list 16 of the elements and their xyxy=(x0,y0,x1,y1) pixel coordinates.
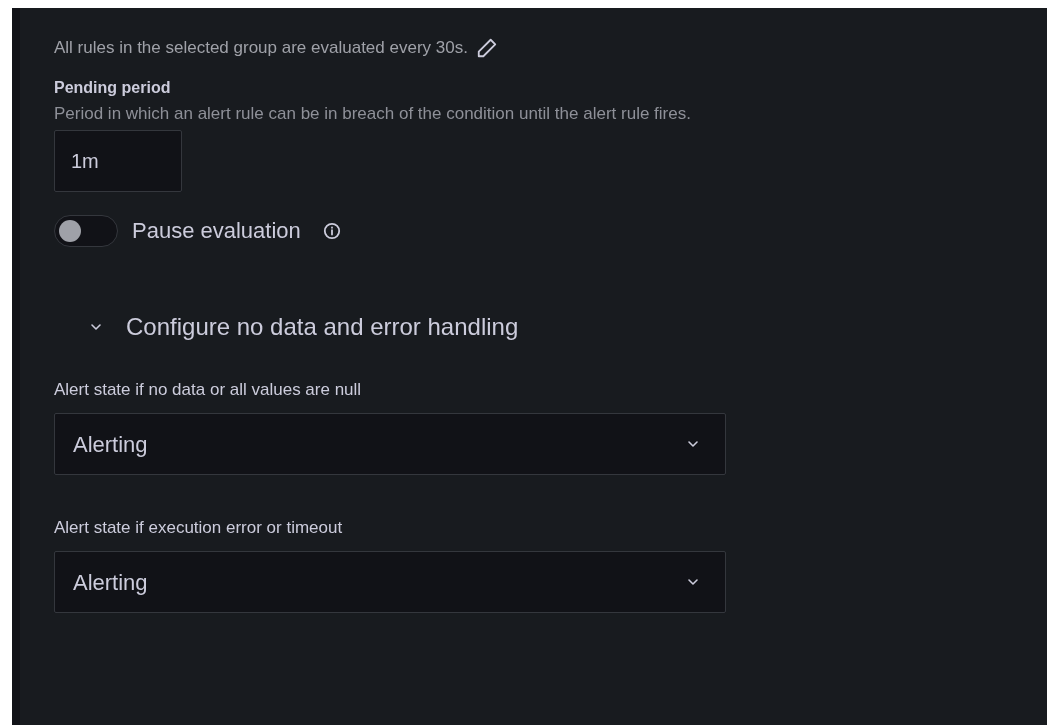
chevron-icon xyxy=(90,323,102,331)
pending-period-field[interactable]: 1m xyxy=(54,130,182,192)
collapse-section-toggle[interactable]: Configure no data and error handling xyxy=(90,309,519,345)
field-label: Alert state if no data or all values are null xyxy=(54,379,363,401)
alert-state-select[interactable]: Alerting xyxy=(54,413,726,475)
field-description: Period in which an alert rule can be in breach of the condition until the alert rule fires. xyxy=(54,103,692,125)
field-label: Alert state if execution error or timeout xyxy=(54,517,344,539)
info-icon[interactable] xyxy=(322,221,341,240)
evaluation-note: All rules in the selected group are evaluated every 30s. xyxy=(54,37,468,60)
alert-state-select[interactable]: Alerting xyxy=(54,551,726,613)
chevron-icon xyxy=(687,440,699,448)
toggle-switch[interactable] xyxy=(54,214,118,247)
toggle-label: Pause evaluation xyxy=(132,217,301,245)
chevron-icon xyxy=(687,578,699,586)
pencil-icon[interactable] xyxy=(475,37,498,59)
field-label: Pending period xyxy=(54,78,172,98)
